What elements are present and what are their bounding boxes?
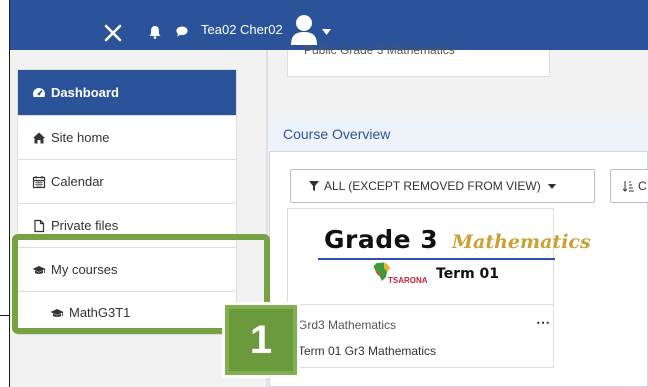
sidebar-item-label: Calendar <box>51 174 104 189</box>
chat-icon[interactable] <box>176 26 188 37</box>
sidebar-item-site-home[interactable]: Site home <box>18 116 236 160</box>
sidebar-item-label: Dashboard <box>51 85 119 100</box>
step-number: 1 <box>249 317 273 362</box>
calendar-icon <box>32 175 46 188</box>
course-name-link[interactable]: Term 01 Gr3 Mathematics <box>298 344 436 358</box>
course-image-brand: TSARONA <box>388 276 428 285</box>
course-image-subtitle: Mathematics <box>452 231 591 253</box>
course-actions-menu[interactable]: ⋯ <box>536 314 550 331</box>
filter-label: ALL (EXCEPT REMOVED FROM VIEW) <box>324 179 541 193</box>
close-icon[interactable] <box>102 22 124 44</box>
sidebar-item-label: Private files <box>51 218 119 233</box>
chevron-down-icon[interactable] <box>322 29 331 35</box>
course-image-term: Term 01 <box>436 266 500 282</box>
avatar[interactable] <box>290 14 318 46</box>
bell-icon[interactable] <box>149 25 161 39</box>
sidebar-item-dashboard[interactable]: Dashboard <box>18 70 236 116</box>
sidebar-item-calendar[interactable]: Calendar <box>18 160 236 204</box>
course-overview-title: Course Overview <box>283 126 391 142</box>
home-icon <box>33 132 45 143</box>
course-image-title: Grade 3 <box>324 225 439 254</box>
sort-dropdown-button[interactable]: C <box>610 169 648 203</box>
course-category: Grd3 Mathematics <box>298 318 397 332</box>
top-course-card[interactable]: Public Grade 3 Mathematics <box>287 43 550 77</box>
top-card-text: Public Grade 3 Mathematics <box>304 43 455 57</box>
file-icon <box>34 219 45 232</box>
filter-dropdown-button[interactable]: ALL (EXCEPT REMOVED FROM VIEW) <box>290 169 595 203</box>
sort-icon <box>623 181 634 192</box>
step-badge: 1 <box>225 305 297 375</box>
course-image[interactable] <box>288 209 553 305</box>
tachometer-icon <box>33 87 45 100</box>
course-image-underline <box>318 258 555 260</box>
filter-icon <box>309 181 319 191</box>
user-name[interactable]: Tea02 Cher02 <box>201 22 283 37</box>
chevron-down-icon <box>547 183 556 189</box>
sort-label: C <box>638 179 647 193</box>
sidebar-item-label: Site home <box>51 130 110 145</box>
